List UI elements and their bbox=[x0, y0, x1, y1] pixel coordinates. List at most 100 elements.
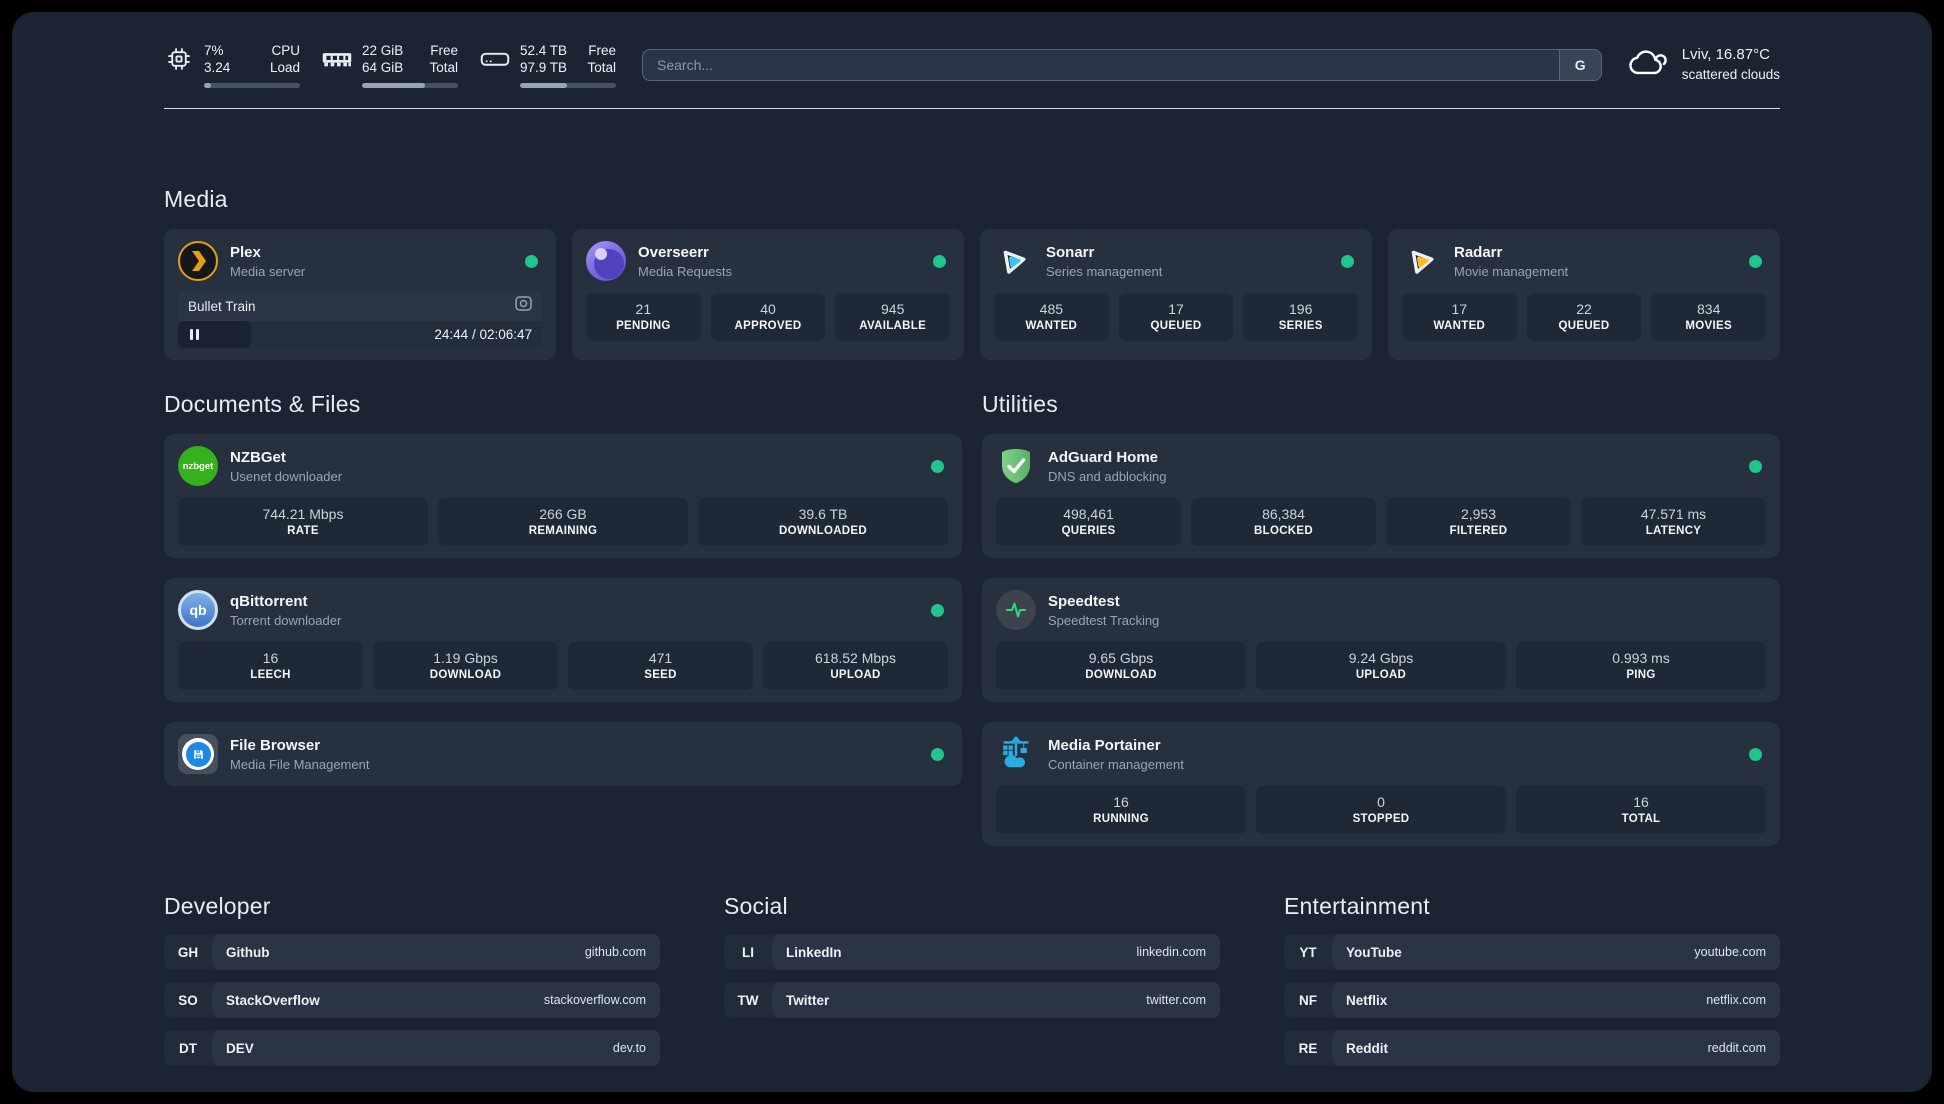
section-title-media: Media bbox=[164, 186, 228, 212]
stat-value: 39.6 TB bbox=[798, 506, 848, 522]
session-icon[interactable] bbox=[515, 296, 532, 316]
pause-button[interactable] bbox=[188, 327, 201, 342]
stat-value: 16 bbox=[1113, 794, 1129, 810]
bookmark-name: LinkedIn bbox=[786, 944, 842, 960]
stat-label: QUERIES bbox=[1061, 525, 1116, 537]
system-stats: 7% 3.24 CPU Load 22 GiB 64 GiB Free Tota… bbox=[164, 42, 616, 88]
stat-label: LEECH bbox=[250, 669, 291, 681]
stat-upload: 9.24 Gbps UPLOAD bbox=[1256, 642, 1506, 690]
bookmark-abbr: RE bbox=[1298, 1040, 1318, 1056]
app-description: Usenet downloader bbox=[230, 468, 343, 484]
cpu-progress-bar bbox=[204, 83, 300, 88]
app-name: File Browser bbox=[230, 736, 321, 754]
stat-approved: 40 APPROVED bbox=[710, 293, 826, 341]
bookmark-abbr: SO bbox=[178, 992, 198, 1008]
stat-label: DOWNLOAD bbox=[1085, 669, 1157, 681]
bookmark-abbr: TW bbox=[737, 992, 759, 1008]
stat-label: AVAILABLE bbox=[859, 320, 927, 332]
bookmark-url: youtube.com bbox=[1694, 945, 1766, 959]
app-name: AdGuard Home bbox=[1048, 448, 1159, 466]
bookmark-name: DEV bbox=[226, 1040, 254, 1056]
app-card-sonarr: Sonarr Series management 485 WANTED 17 Q… bbox=[980, 229, 1372, 360]
stat-series: 196 SERIES bbox=[1243, 293, 1359, 341]
bookmark-linkedin[interactable]: LI LinkedIn linkedin.com bbox=[724, 934, 1220, 970]
bookmark-stackoverflow[interactable]: SO StackOverflow stackoverflow.com bbox=[164, 982, 660, 1018]
app-name: Radarr bbox=[1454, 243, 1503, 261]
bookmark-url: twitter.com bbox=[1146, 993, 1206, 1007]
stat-value: 47.571 ms bbox=[1640, 506, 1707, 522]
app-description: Container management bbox=[1048, 756, 1184, 772]
stat-value: 834 bbox=[1697, 301, 1721, 317]
stat-label: MOVIES bbox=[1685, 320, 1732, 332]
bookmark-abbr: DT bbox=[179, 1040, 197, 1056]
section-title-developer: Developer bbox=[164, 893, 271, 919]
stat-value: 266 GB bbox=[539, 506, 587, 522]
stat-filtered: 2,953 FILTERED bbox=[1386, 498, 1571, 546]
app-name: NZBGet bbox=[230, 448, 286, 466]
overseerr-icon[interactable] bbox=[586, 241, 626, 281]
weather-widget: Lviv, 16.87°C scattered clouds bbox=[1628, 45, 1780, 85]
sonarr-icon[interactable] bbox=[994, 241, 1034, 281]
playback-time: 24:44 / 02:06:47 bbox=[434, 327, 532, 342]
speedtest-icon[interactable] bbox=[996, 590, 1036, 630]
stat-ping: 0.993 ms PING bbox=[1516, 642, 1766, 690]
app-description: Media File Management bbox=[230, 756, 370, 772]
adguard-icon[interactable] bbox=[996, 446, 1036, 486]
bookmark-abbr: LI bbox=[742, 944, 754, 960]
nzbget-icon-text: nzbget bbox=[182, 460, 214, 472]
section-title-documents: Documents & Files bbox=[164, 391, 361, 417]
cpu-chip-icon bbox=[164, 45, 194, 73]
radarr-icon[interactable] bbox=[1402, 241, 1442, 281]
search-input[interactable] bbox=[642, 49, 1602, 81]
stat-label: BLOCKED bbox=[1254, 525, 1313, 537]
bookmark-url: dev.to bbox=[612, 1041, 646, 1055]
ram-icon bbox=[322, 50, 352, 69]
app-description: DNS and adblocking bbox=[1048, 468, 1167, 484]
section-title-social: Social bbox=[724, 893, 788, 919]
app-card-portainer: Media Portainer Container management 16 … bbox=[982, 722, 1780, 846]
bookmark-reddit[interactable]: RE Reddit reddit.com bbox=[1284, 1030, 1780, 1066]
stat-seed: 471 SEED bbox=[568, 642, 753, 690]
stat-wanted: 17 WANTED bbox=[1402, 293, 1517, 341]
nzbget-icon[interactable]: nzbget bbox=[178, 446, 218, 486]
status-dot bbox=[931, 459, 944, 473]
stat-value: 0 bbox=[1377, 794, 1385, 810]
bookmark-twitter[interactable]: TW Twitter twitter.com bbox=[724, 982, 1220, 1018]
bookmark-youtube[interactable]: YT YouTube youtube.com bbox=[1284, 934, 1780, 970]
stat-download: 9.65 Gbps DOWNLOAD bbox=[996, 642, 1246, 690]
disk-total-label: Total bbox=[587, 60, 616, 75]
bookmark-abbr: GH bbox=[177, 944, 199, 960]
cpu-stat: 7% 3.24 CPU Load bbox=[164, 42, 300, 88]
app-card-nzbget: nzbget NZBGet Usenet downloader 744.21 M… bbox=[164, 434, 962, 558]
bookmark-netflix[interactable]: NF Netflix netflix.com bbox=[1284, 982, 1780, 1018]
bookmark-name: Reddit bbox=[1346, 1040, 1388, 1056]
bookmark-github[interactable]: GH Github github.com bbox=[164, 934, 660, 970]
stat-value: 945 bbox=[881, 301, 905, 317]
stat-blocked: 86,384 BLOCKED bbox=[1191, 498, 1376, 546]
app-card-radarr: Radarr Movie management 17 WANTED 22 QUE… bbox=[1388, 229, 1780, 360]
status-dot bbox=[1341, 254, 1354, 268]
app-description: Series management bbox=[1046, 263, 1163, 279]
ram-stat: 22 GiB 64 GiB Free Total bbox=[322, 42, 458, 88]
plex-icon[interactable] bbox=[178, 241, 218, 281]
app-name: Sonarr bbox=[1046, 243, 1095, 261]
stat-value: 21 bbox=[635, 301, 652, 317]
stat-downloaded: 39.6 TB DOWNLOADED bbox=[698, 498, 948, 546]
stat-remaining: 266 GB REMAINING bbox=[438, 498, 688, 546]
ram-total-value: 64 GiB bbox=[362, 60, 404, 75]
bookmark-dev[interactable]: DT DEV dev.to bbox=[164, 1030, 660, 1066]
qbittorrent-icon[interactable]: qb bbox=[178, 590, 218, 630]
stat-value: 618.52 Mbps bbox=[815, 650, 896, 666]
app-description: Torrent downloader bbox=[230, 612, 342, 628]
app-description: Media Requests bbox=[638, 263, 732, 279]
ram-free-label: Free bbox=[430, 43, 458, 58]
stat-label: DOWNLOAD bbox=[429, 669, 502, 681]
stat-upload: 618.52 Mbps UPLOAD bbox=[763, 642, 948, 690]
filebrowser-icon[interactable] bbox=[178, 734, 218, 774]
search-engine-button[interactable]: G bbox=[1558, 50, 1601, 80]
portainer-icon[interactable] bbox=[996, 734, 1036, 774]
now-playing-widget: Bullet Train 24:44 / 02:06:47 bbox=[178, 291, 542, 348]
section-title-utilities: Utilities bbox=[982, 391, 1058, 417]
bookmark-name: Github bbox=[226, 944, 270, 960]
stat-value: 498,461 bbox=[1063, 506, 1114, 522]
